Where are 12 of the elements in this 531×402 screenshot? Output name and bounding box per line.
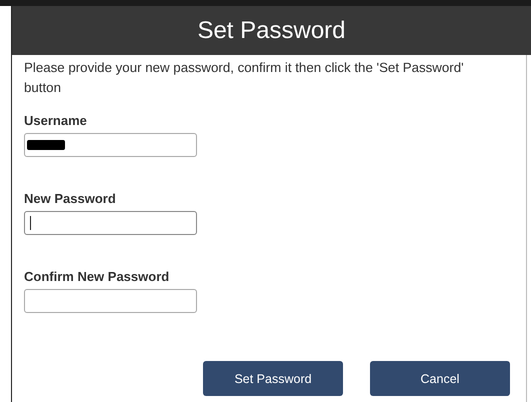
cancel-button[interactable]: Cancel: [370, 361, 510, 396]
redaction-mark: [27, 140, 65, 150]
set-password-button[interactable]: Set Password: [203, 361, 343, 396]
input-field[interactable]: [24, 133, 197, 157]
input-field[interactable]: [24, 211, 197, 235]
instructions-text: Please provide your new password, confirm it then click the 'Set Password' button: [24, 59, 465, 97]
text-cursor: [30, 216, 31, 230]
input-field[interactable]: [24, 289, 197, 313]
field-label: Confirm New Password: [24, 269, 170, 284]
dialog-title: Set Password: [197, 16, 346, 44]
field-label: New Password: [24, 191, 117, 206]
field-label: Username: [24, 113, 88, 128]
